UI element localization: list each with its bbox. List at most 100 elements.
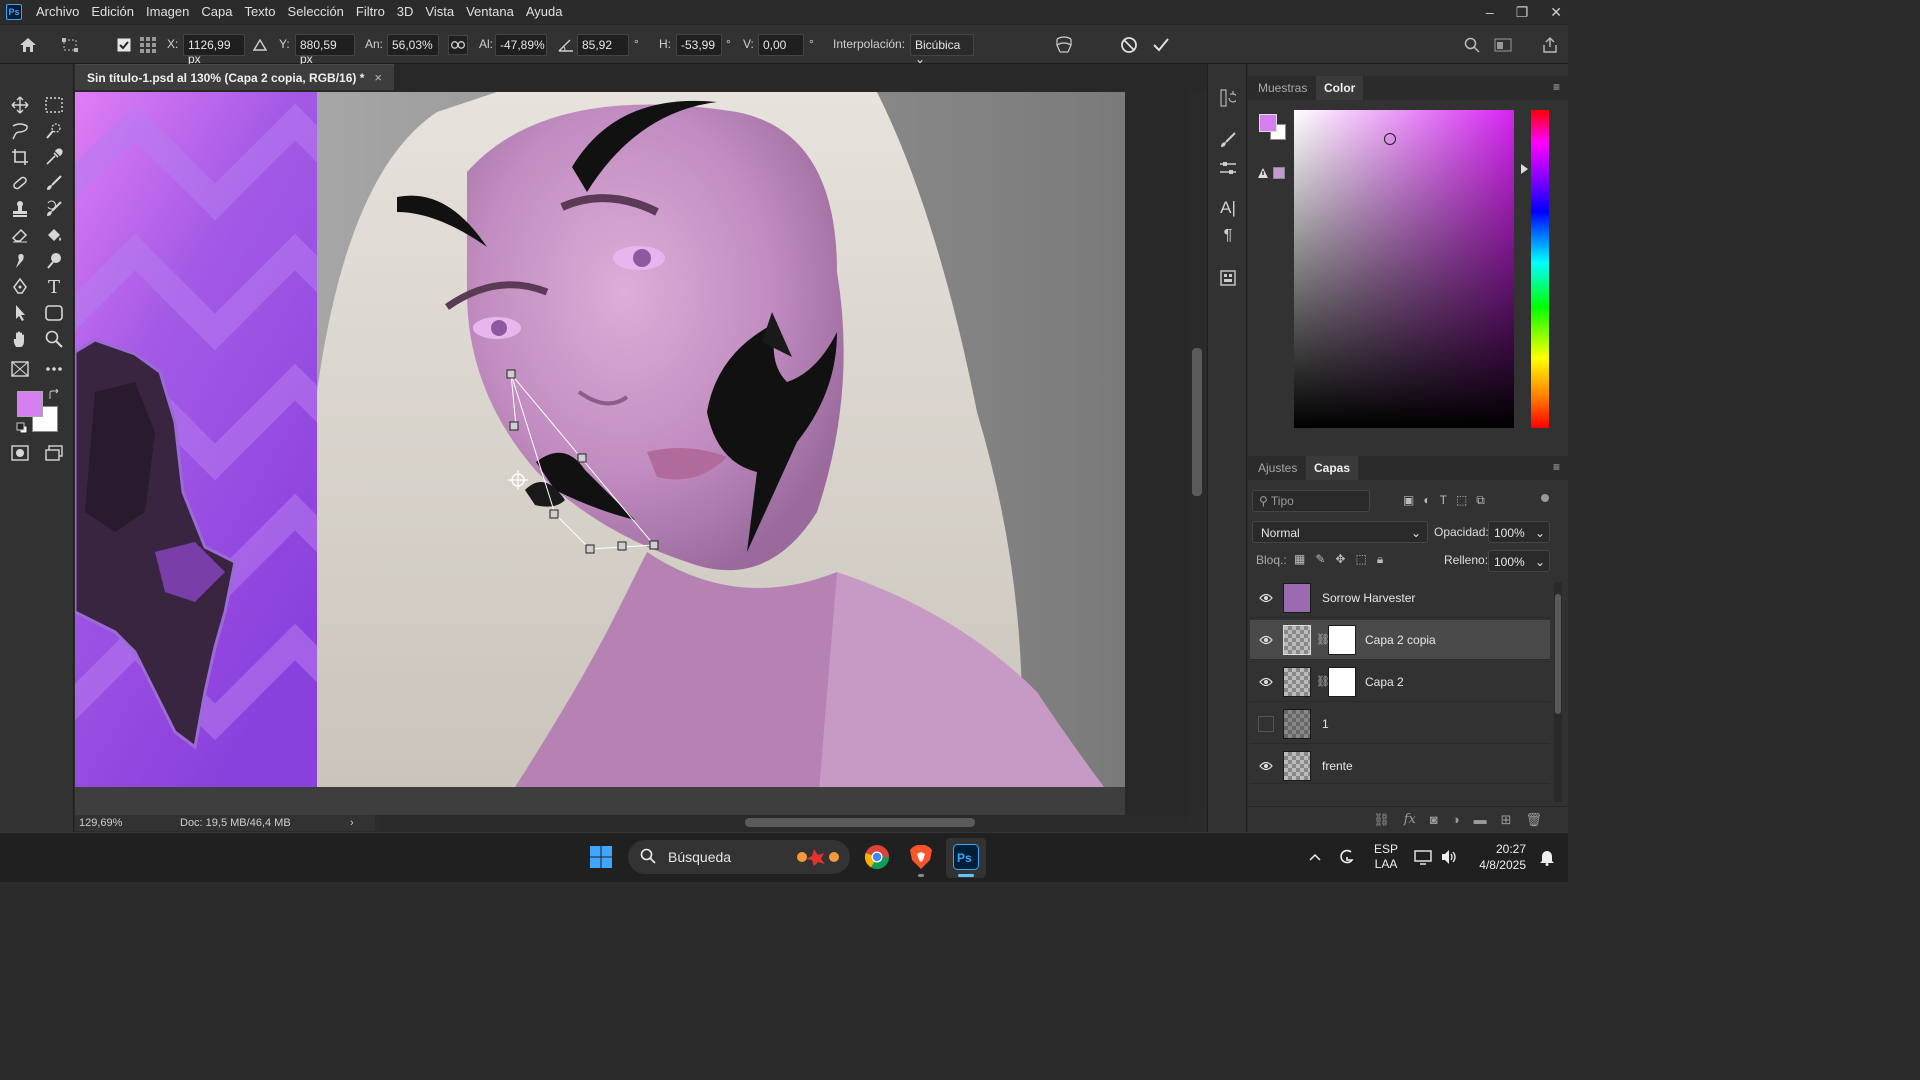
width-input[interactable]: 56,03% xyxy=(387,34,439,56)
delete-layer-icon[interactable]: 🗑︎ xyxy=(1525,812,1542,828)
cancel-transform-icon[interactable] xyxy=(1119,35,1139,55)
menu-3d[interactable]: 3D xyxy=(391,0,420,24)
visibility-eye-icon[interactable] xyxy=(1258,674,1274,690)
layer-mask-thumbnail[interactable] xyxy=(1328,667,1356,697)
taskbar-search-box[interactable]: Búsqueda xyxy=(628,840,850,874)
paragraph-panel-icon[interactable]: ¶ xyxy=(1218,226,1238,246)
layer-filter-select[interactable]: ⚲ Tipo xyxy=(1252,490,1370,512)
photoshop-taskbar-icon[interactable]: Ps xyxy=(951,842,981,872)
transform-bounding-box[interactable] xyxy=(75,90,1189,815)
link-layers-icon[interactable]: ⛓ xyxy=(1373,812,1390,828)
share-icon[interactable] xyxy=(1540,35,1560,55)
horizontal-scroll-thumb[interactable] xyxy=(745,818,975,827)
lock-artboard-icon[interactable]: ⬚ xyxy=(1355,552,1366,568)
menu-texto[interactable]: Texto xyxy=(238,0,281,24)
menu-ayuda[interactable]: Ayuda xyxy=(520,0,569,24)
clock[interactable]: 20:27 4/8/2025 xyxy=(1468,841,1526,875)
quick-mask-icon[interactable] xyxy=(8,442,32,464)
lock-position-icon[interactable]: ✥ xyxy=(1335,552,1345,568)
history-panel-icon[interactable] xyxy=(1218,88,1238,108)
move-tool-icon[interactable] xyxy=(8,94,32,116)
new-layer-icon[interactable]: ⊞ xyxy=(1501,812,1512,828)
horizontal-skew-input[interactable]: -53,99 xyxy=(676,34,722,56)
minimize-button[interactable]: – xyxy=(1486,4,1494,20)
add-mask-icon[interactable]: ◙ xyxy=(1430,812,1438,827)
layer-row[interactable]: frente xyxy=(1250,746,1550,784)
windows-start-icon[interactable] xyxy=(586,842,616,872)
layer-row[interactable]: Sorrow Harvester xyxy=(1250,578,1550,618)
y-position-input[interactable]: 880,59 px xyxy=(295,34,355,66)
chrome-icon[interactable] xyxy=(862,842,892,872)
type-tool-icon[interactable]: T xyxy=(42,276,66,298)
layer-style-icon[interactable]: fx xyxy=(1404,812,1416,827)
menu-edicion[interactable]: Edición xyxy=(85,0,140,24)
canvas-area[interactable] xyxy=(75,90,1189,815)
restore-button[interactable]: ❐ xyxy=(1516,4,1529,21)
notifications-bell-icon[interactable] xyxy=(1532,842,1562,872)
crop-tool-icon[interactable] xyxy=(8,146,32,168)
close-window-button[interactable]: ✕ xyxy=(1550,4,1562,21)
menu-ventana[interactable]: Ventana xyxy=(460,0,520,24)
home-icon[interactable] xyxy=(18,35,38,55)
healing-brush-tool-icon[interactable] xyxy=(8,172,32,194)
color-field[interactable] xyxy=(1294,110,1514,428)
color-panel-foreground-swatch[interactable] xyxy=(1259,114,1277,132)
panel-menu-icon[interactable]: ≡ xyxy=(1553,80,1560,94)
status-menu-arrow[interactable]: › xyxy=(350,817,354,829)
brush-settings-icon[interactable] xyxy=(1218,130,1238,150)
pen-tool-icon[interactable] xyxy=(8,276,32,298)
workspace-icon[interactable] xyxy=(1493,35,1513,55)
menu-filtro[interactable]: Filtro xyxy=(350,0,391,24)
eyedropper-tool-icon[interactable] xyxy=(42,146,66,168)
path-selection-tool-icon[interactable] xyxy=(8,302,32,324)
hand-tool-icon[interactable] xyxy=(8,328,32,350)
dodge-tool-icon[interactable] xyxy=(42,250,66,272)
lock-transparent-icon[interactable]: ▦ xyxy=(1294,552,1305,568)
menu-seleccion[interactable]: Selección xyxy=(282,0,350,24)
visibility-eye-icon[interactable] xyxy=(1258,590,1274,606)
visibility-eye-icon[interactable] xyxy=(1258,758,1274,774)
swap-colors-icon[interactable] xyxy=(48,388,60,401)
frame-tool-icon[interactable] xyxy=(8,358,32,380)
menu-capa[interactable]: Capa xyxy=(195,0,238,24)
search-icon[interactable] xyxy=(1462,35,1482,55)
x-position-input[interactable]: 1126,99 px xyxy=(183,34,245,66)
brave-icon[interactable] xyxy=(906,842,936,872)
shape-filter-icon[interactable]: ⬚ xyxy=(1456,493,1467,509)
close-document-button[interactable]: × xyxy=(374,70,382,85)
default-colors-icon[interactable] xyxy=(16,422,28,434)
eraser-tool-icon[interactable] xyxy=(8,224,32,246)
reference-point-checkbox[interactable] xyxy=(114,35,134,55)
brush-tool-icon[interactable] xyxy=(42,172,66,194)
menu-vista[interactable]: Vista xyxy=(419,0,460,24)
paint-bucket-tool-icon[interactable] xyxy=(42,224,66,246)
color-field-cursor[interactable] xyxy=(1384,133,1396,145)
transform-tool-preset-icon[interactable] xyxy=(60,35,80,55)
layers-scroll-thumb[interactable] xyxy=(1555,594,1561,714)
clone-stamp-tool-icon[interactable] xyxy=(8,198,32,220)
adjustment-layer-icon[interactable]: ◑ xyxy=(1452,812,1460,827)
character-panel-icon[interactable]: A| xyxy=(1218,198,1238,218)
blend-mode-select[interactable]: Normal ⌄ xyxy=(1252,521,1428,543)
history-brush-tool-icon[interactable] xyxy=(42,198,66,220)
layer-mask-thumbnail[interactable] xyxy=(1328,625,1356,655)
libraries-icon[interactable] xyxy=(1218,268,1238,288)
layer-row[interactable]: ⛓ Capa 2 xyxy=(1250,662,1550,702)
smart-object-filter-icon[interactable]: ⧉ xyxy=(1476,493,1485,509)
zoom-level[interactable]: 129,69% xyxy=(75,817,180,829)
chevron-up-icon[interactable] xyxy=(1300,842,1330,872)
properties-icon[interactable] xyxy=(1218,158,1238,178)
adjustment-filter-icon[interactable]: ◐ xyxy=(1423,493,1430,509)
gamut-color-swatch[interactable] xyxy=(1273,167,1285,179)
more-tools-icon[interactable] xyxy=(42,358,66,380)
marquee-tool-icon[interactable] xyxy=(42,94,66,116)
pixel-filter-icon[interactable]: ▣ xyxy=(1403,493,1414,509)
tab-capas[interactable]: Capas xyxy=(1306,456,1359,480)
warp-mode-icon[interactable] xyxy=(1054,35,1074,55)
language-indicator[interactable]: ESP LAA xyxy=(1368,842,1404,876)
volume-icon[interactable] xyxy=(1434,842,1464,872)
foreground-color-swatch[interactable] xyxy=(17,391,43,417)
hue-slider[interactable] xyxy=(1531,110,1549,428)
interpolation-select[interactable]: Bicúbica ⌄ xyxy=(910,34,974,66)
vertical-skew-input[interactable]: 0,00 xyxy=(758,34,804,56)
